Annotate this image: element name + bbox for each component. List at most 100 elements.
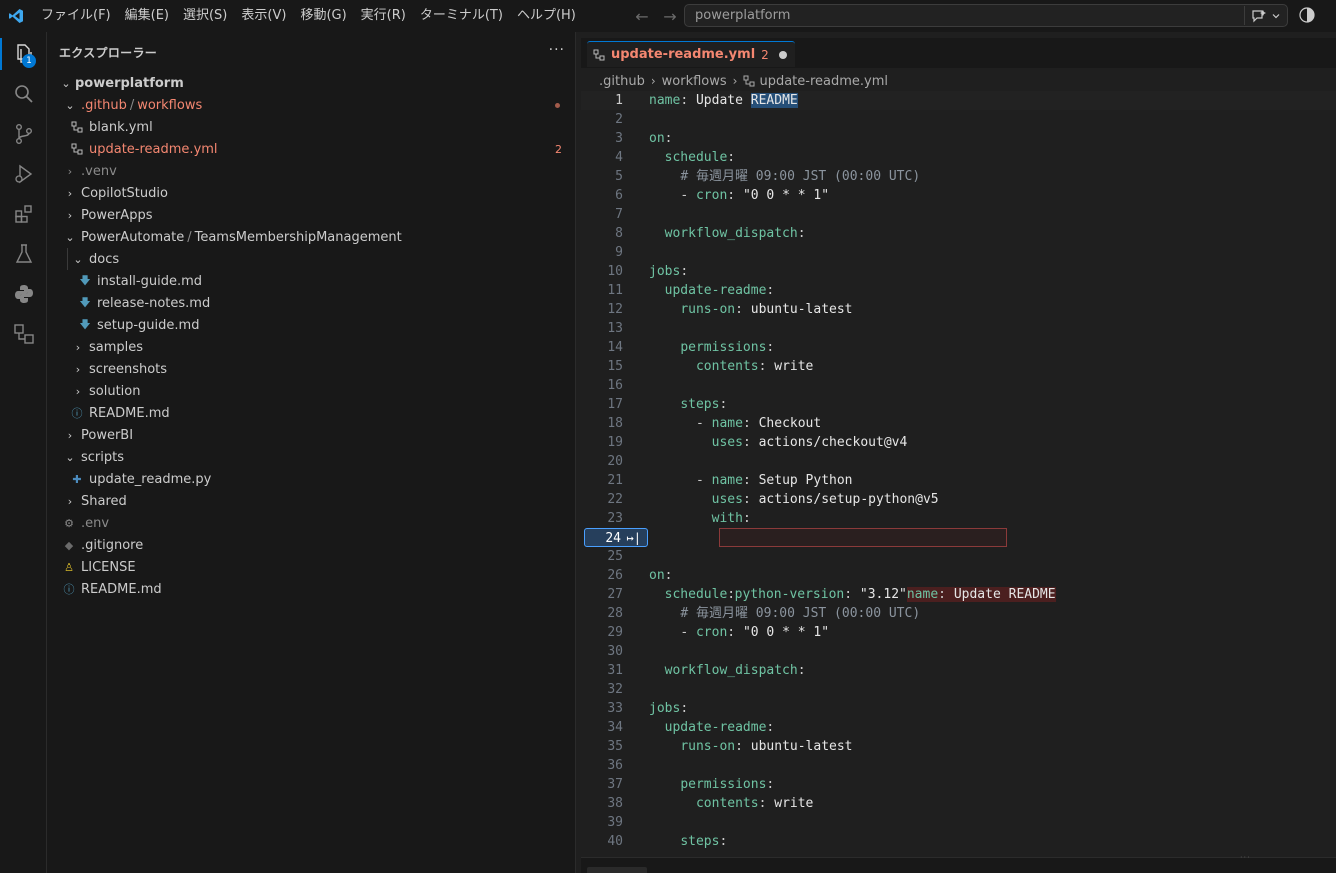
tree-folder-samples[interactable]: › samples — [47, 336, 576, 358]
tree-folder-powerautomate[interactable]: ⌄ PowerAutomate / TeamsMembershipManagem… — [47, 226, 576, 248]
run-debug-icon[interactable] — [0, 154, 47, 194]
punct: : — [766, 283, 775, 298]
menu-run[interactable]: 実行(R) — [354, 0, 413, 32]
tree-folder-solution[interactable]: › solution — [47, 380, 576, 402]
yaml-key: cron — [695, 188, 728, 203]
tree-root[interactable]: ⌄ powerplatform — [47, 72, 576, 94]
tree-file-setup-guide[interactable]: 🡇 setup-guide.md — [47, 314, 576, 336]
search-icon[interactable] — [0, 74, 47, 114]
line-number: 4 — [615, 150, 623, 165]
tree-folder-screenshots[interactable]: › screenshots — [47, 358, 576, 380]
tree-folder-docs[interactable]: ⌄ docs — [47, 248, 576, 270]
yaml-value: write — [774, 796, 814, 811]
yaml-key: steps — [680, 834, 720, 849]
tree-folder-scripts[interactable]: ⌄ scripts — [47, 446, 576, 468]
line-number: 31 — [607, 663, 623, 678]
tree-file-license[interactable]: ♙ LICENSE — [47, 556, 576, 578]
punct: : — [664, 568, 673, 583]
yaml-key: permissions — [680, 777, 767, 792]
line-number: 17 — [607, 397, 623, 412]
code-editor[interactable]: 1 name: Update README 2 3 on: 4 schedule: … — [581, 91, 1336, 851]
tree-folder-venv[interactable]: › .venv — [47, 160, 576, 182]
menu-edit[interactable]: 編集(E) — [118, 0, 176, 32]
inline-suggestion-box[interactable] — [719, 528, 1007, 547]
yaml-string: "0 0 * * 1" — [742, 625, 830, 640]
yaml-value: write — [774, 359, 814, 374]
accounts-icon[interactable] — [1298, 6, 1316, 24]
panel-tab[interactable] — [587, 867, 647, 873]
punct: - — [680, 625, 689, 640]
yaml-key: on — [649, 568, 665, 583]
folder-label: TeamsMembershipManagement — [194, 229, 402, 245]
chevron-right-icon: › — [67, 164, 73, 178]
yaml-key: uses — [711, 492, 743, 507]
tree-folder-github[interactable]: ⌄ .github / workflows — [47, 94, 576, 116]
code-line: 7 — [581, 205, 1336, 224]
file-label: LICENSE — [81, 559, 136, 575]
tree-file-blank-yml[interactable]: blank.yml — [47, 116, 576, 138]
chevron-down-icon: ⌄ — [61, 76, 71, 90]
explorer-icon[interactable]: 1 — [0, 34, 47, 74]
more-actions-icon[interactable]: ··· — [549, 42, 565, 58]
code-line: 11 update-readme: — [581, 281, 1336, 300]
file-label: README.md — [81, 581, 162, 597]
tree-folder-shared[interactable]: › Shared — [47, 490, 576, 512]
line-number: 40 — [607, 834, 623, 849]
activity-bar: 1 — [0, 32, 47, 873]
punct: - — [680, 188, 689, 203]
punct: : — [680, 93, 689, 108]
navigation-arrows: ← → — [632, 0, 680, 32]
extensions-icon[interactable] — [0, 194, 47, 234]
tree-file-release-notes[interactable]: 🡇 release-notes.md — [47, 292, 576, 314]
code-line: 26 on: — [581, 566, 1336, 585]
sash-handle[interactable]: ··· — [1240, 853, 1251, 862]
tree-folder-powerbi[interactable]: › PowerBI — [47, 424, 576, 446]
tree-file-readme-root[interactable]: ⓘ README.md — [47, 578, 576, 600]
breadcrumb-item[interactable]: .github — [599, 74, 645, 89]
vertical-scrollbar[interactable] — [1322, 91, 1336, 851]
tree-folder-copilotstudio[interactable]: › CopilotStudio — [47, 182, 576, 204]
menu-terminal[interactable]: ターミナル(T) — [413, 0, 510, 32]
tab-update-readme-yml[interactable]: update-readme.yml 2 — [587, 41, 795, 67]
testing-flask-icon[interactable] — [0, 234, 47, 274]
breadcrumb-item[interactable]: update-readme.yml — [759, 74, 888, 89]
unsaved-dot-icon[interactable] — [778, 50, 787, 59]
tab-bar: update-readme.yml 2 — [581, 38, 1336, 68]
tree-file-update-readme-py[interactable]: ✚ update_readme.py — [47, 468, 576, 490]
menu-view[interactable]: 表示(V) — [234, 0, 293, 32]
line-number: 15 — [607, 359, 623, 374]
code-line: 15 contents: write — [581, 357, 1336, 376]
menu-file[interactable]: ファイル(F) — [34, 0, 118, 32]
chevron-right-icon: › — [67, 186, 73, 200]
tree-file-env[interactable]: ⚙ .env — [47, 512, 576, 534]
tree-file-gitignore[interactable]: ◆ .gitignore — [47, 534, 576, 556]
code-line: 39 — [581, 813, 1336, 832]
arrow-right-icon[interactable]: → — [660, 7, 680, 26]
breadcrumb-item[interactable]: workflows — [662, 74, 727, 89]
remote-explorer-icon[interactable] — [0, 314, 47, 354]
command-center-search[interactable]: powerplatform — [684, 4, 1288, 27]
explorer-badge: 1 — [22, 54, 36, 68]
menu-selection[interactable]: 選択(S) — [176, 0, 234, 32]
punct: : — [727, 625, 736, 640]
arrow-left-icon[interactable]: ← — [632, 7, 652, 26]
code-line: 34 update-readme: — [581, 718, 1336, 737]
line-number: 19 — [607, 435, 623, 450]
workflow-file-icon — [743, 75, 755, 87]
yaml-comment: # 毎週月曜 09:00 JST (00:00 UTC) — [680, 169, 921, 184]
copilot-button[interactable] — [1244, 6, 1281, 25]
punct: : — [727, 150, 736, 165]
path-separator: / — [187, 229, 192, 245]
tree-file-install-guide[interactable]: 🡇 install-guide.md — [47, 270, 576, 292]
menu-help[interactable]: ヘルプ(H) — [510, 0, 583, 32]
yaml-key: steps — [680, 397, 720, 412]
line-number: 6 — [615, 188, 623, 203]
tree-file-readme-inner[interactable]: ⓘ README.md — [47, 402, 576, 424]
tab-accept-icon[interactable]: ↦| — [627, 529, 641, 548]
tree-folder-powerapps[interactable]: › PowerApps — [47, 204, 576, 226]
menu-go[interactable]: 移動(G) — [293, 0, 353, 32]
code-line: 4 schedule: — [581, 148, 1336, 167]
source-control-icon[interactable] — [0, 114, 47, 154]
python-icon[interactable] — [0, 274, 47, 314]
tree-file-update-readme-yml[interactable]: update-readme.yml 2 — [47, 138, 576, 160]
